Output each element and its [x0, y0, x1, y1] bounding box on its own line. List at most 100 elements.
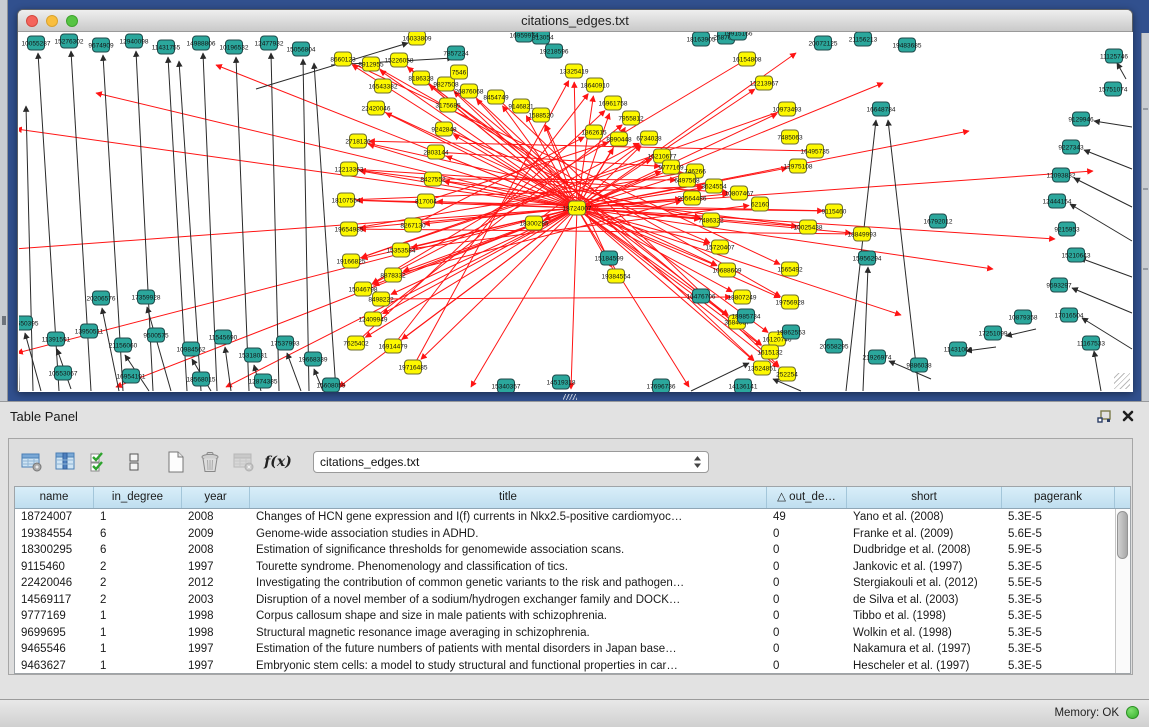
table-cell[interactable]: Jankovic et al. (1997) [847, 559, 1002, 576]
table-cell[interactable]: 5.3E-5 [1002, 608, 1115, 625]
table-cell[interactable]: 18300295 [15, 542, 94, 559]
table-cell[interactable]: Dudbridge et al. (2008) [847, 542, 1002, 559]
table-cell[interactable]: 2012 [182, 575, 250, 592]
table-cell[interactable]: 1997 [182, 658, 250, 675]
select-rows-button[interactable] [87, 450, 113, 474]
table-cell[interactable]: 1 [94, 625, 182, 642]
table-cell[interactable]: Embryonic stem cells: a model to study s… [250, 658, 767, 675]
table-cell[interactable]: 5.3E-5 [1002, 641, 1115, 658]
table-cell[interactable]: Structural magnetic resonance image aver… [250, 625, 767, 642]
table-cell[interactable]: 0 [767, 526, 847, 543]
table-cell[interactable]: 2 [94, 559, 182, 576]
table-cell[interactable]: 2008 [182, 542, 250, 559]
table-cell[interactable]: 49 [767, 509, 847, 526]
row-height-button[interactable] [121, 450, 147, 474]
table-cell[interactable]: 6 [94, 526, 182, 543]
column-header[interactable]: title [250, 487, 767, 508]
table-cell[interactable]: Nakamura et al. (1997) [847, 641, 1002, 658]
table-cell[interactable]: 0 [767, 625, 847, 642]
table-cell[interactable]: 22420046 [15, 575, 94, 592]
table-cell[interactable]: Estimation of significance thresholds fo… [250, 542, 767, 559]
table-cell[interactable]: 2009 [182, 526, 250, 543]
table-cell[interactable]: de Silva et al. (2003) [847, 592, 1002, 609]
table-cell[interactable]: Hescheler et al. (1997) [847, 658, 1002, 675]
close-panel-button[interactable] [1119, 408, 1137, 424]
table-cell[interactable]: 1 [94, 658, 182, 675]
table-row[interactable]: 977716911998Corpus callosum shape and si… [15, 608, 1130, 625]
table-cell[interactable]: 0 [767, 575, 847, 592]
table-cell[interactable]: 0 [767, 592, 847, 609]
minimize-window-button[interactable] [46, 15, 58, 27]
table-cell[interactable]: Wolkin et al. (1998) [847, 625, 1002, 642]
table-row[interactable]: 969969511998Structural magnetic resonanc… [15, 625, 1130, 642]
table-cell[interactable]: Stergiakouli et al. (2012) [847, 575, 1002, 592]
table-row[interactable]: 946362711997Embryonic stem cells: a mode… [15, 658, 1130, 675]
column-header[interactable]: pagerank [1002, 487, 1115, 508]
table-cell[interactable]: 5.3E-5 [1002, 625, 1115, 642]
column-header[interactable]: name [15, 487, 94, 508]
table-cell[interactable]: Estimation of the future numbers of pati… [250, 641, 767, 658]
table-cell[interactable]: 1998 [182, 608, 250, 625]
table-scrollbar-thumb[interactable] [1117, 511, 1128, 559]
table-cell[interactable]: Genome-wide association studies in ADHD. [250, 526, 767, 543]
table-cell[interactable]: 5.9E-5 [1002, 542, 1115, 559]
table-cell[interactable]: 5.3E-5 [1002, 658, 1115, 675]
table-cell[interactable]: Yano et al. (2008) [847, 509, 1002, 526]
table-settings-button[interactable] [19, 450, 45, 474]
table-cell[interactable]: Tibbo et al. (1998) [847, 608, 1002, 625]
function-builder-button[interactable]: f(x) [265, 450, 291, 474]
window-resize-grip[interactable] [1114, 373, 1130, 389]
table-cell[interactable]: Franke et al. (2009) [847, 526, 1002, 543]
table-cell[interactable]: 5.3E-5 [1002, 592, 1115, 609]
column-header[interactable]: short [847, 487, 1002, 508]
table-cell[interactable]: 0 [767, 559, 847, 576]
import-table-button[interactable] [231, 450, 257, 474]
splitpane-handle[interactable] [563, 394, 577, 400]
table-cell[interactable]: 1997 [182, 559, 250, 576]
table-row[interactable]: 2242004622012Investigating the contribut… [15, 575, 1130, 592]
table-cell[interactable]: 9463627 [15, 658, 94, 675]
table-cell[interactable]: 0 [767, 542, 847, 559]
column-header[interactable]: △ out_de… [767, 487, 847, 508]
table-cell[interactable]: 9699695 [15, 625, 94, 642]
table-selector-dropdown[interactable]: citations_edges.txt [313, 451, 709, 473]
table-cell[interactable]: Disruption of a novel member of a sodium… [250, 592, 767, 609]
table-cell[interactable]: 5.6E-5 [1002, 526, 1115, 543]
column-header[interactable]: in_degree [94, 487, 182, 508]
table-cell[interactable]: 9465546 [15, 641, 94, 658]
table-scrollbar[interactable] [1115, 509, 1130, 673]
table-cell[interactable]: 0 [767, 658, 847, 675]
table-row[interactable]: 946554611997Estimation of the future num… [15, 641, 1130, 658]
column-header[interactable]: year [182, 487, 250, 508]
table-cell[interactable]: 0 [767, 641, 847, 658]
close-window-button[interactable] [26, 15, 38, 27]
table-row[interactable]: 1938455462009Genome-wide association stu… [15, 526, 1130, 543]
float-panel-button[interactable] [1095, 408, 1113, 424]
table-cell[interactable]: 14569117 [15, 592, 94, 609]
table-cell[interactable]: 5.3E-5 [1002, 509, 1115, 526]
table-cell[interactable]: Tourette syndrome. Phenomenology and cla… [250, 559, 767, 576]
table-cell[interactable]: 5.3E-5 [1002, 559, 1115, 576]
right-panel-edge[interactable] [1141, 33, 1149, 401]
zoom-window-button[interactable] [66, 15, 78, 27]
table-cell[interactable]: 2003 [182, 592, 250, 609]
table-cell[interactable]: 2 [94, 575, 182, 592]
window-titlebar[interactable]: citations_edges.txt [18, 10, 1132, 32]
table-cell[interactable]: 0 [767, 608, 847, 625]
table-row[interactable]: 911546021997Tourette syndrome. Phenomeno… [15, 559, 1130, 576]
table-cell[interactable]: 1 [94, 608, 182, 625]
table-cell[interactable]: 1 [94, 641, 182, 658]
table-cell[interactable]: 18724007 [15, 509, 94, 526]
table-cell[interactable]: 9115460 [15, 559, 94, 576]
table-cell[interactable]: 1998 [182, 625, 250, 642]
table-cell[interactable]: 19384554 [15, 526, 94, 543]
table-cell[interactable]: Investigating the contribution of common… [250, 575, 767, 592]
table-row[interactable]: 1830029562008Estimation of significance … [15, 542, 1130, 559]
table-cell[interactable]: Changes of HCN gene expression and I(f) … [250, 509, 767, 526]
table-cell[interactable]: 5.5E-5 [1002, 575, 1115, 592]
delete-table-button[interactable] [197, 450, 223, 474]
table-cell[interactable]: 6 [94, 542, 182, 559]
left-panel-edge[interactable] [0, 0, 8, 401]
table-cell[interactable]: 1 [94, 509, 182, 526]
table-cell[interactable]: 1997 [182, 641, 250, 658]
